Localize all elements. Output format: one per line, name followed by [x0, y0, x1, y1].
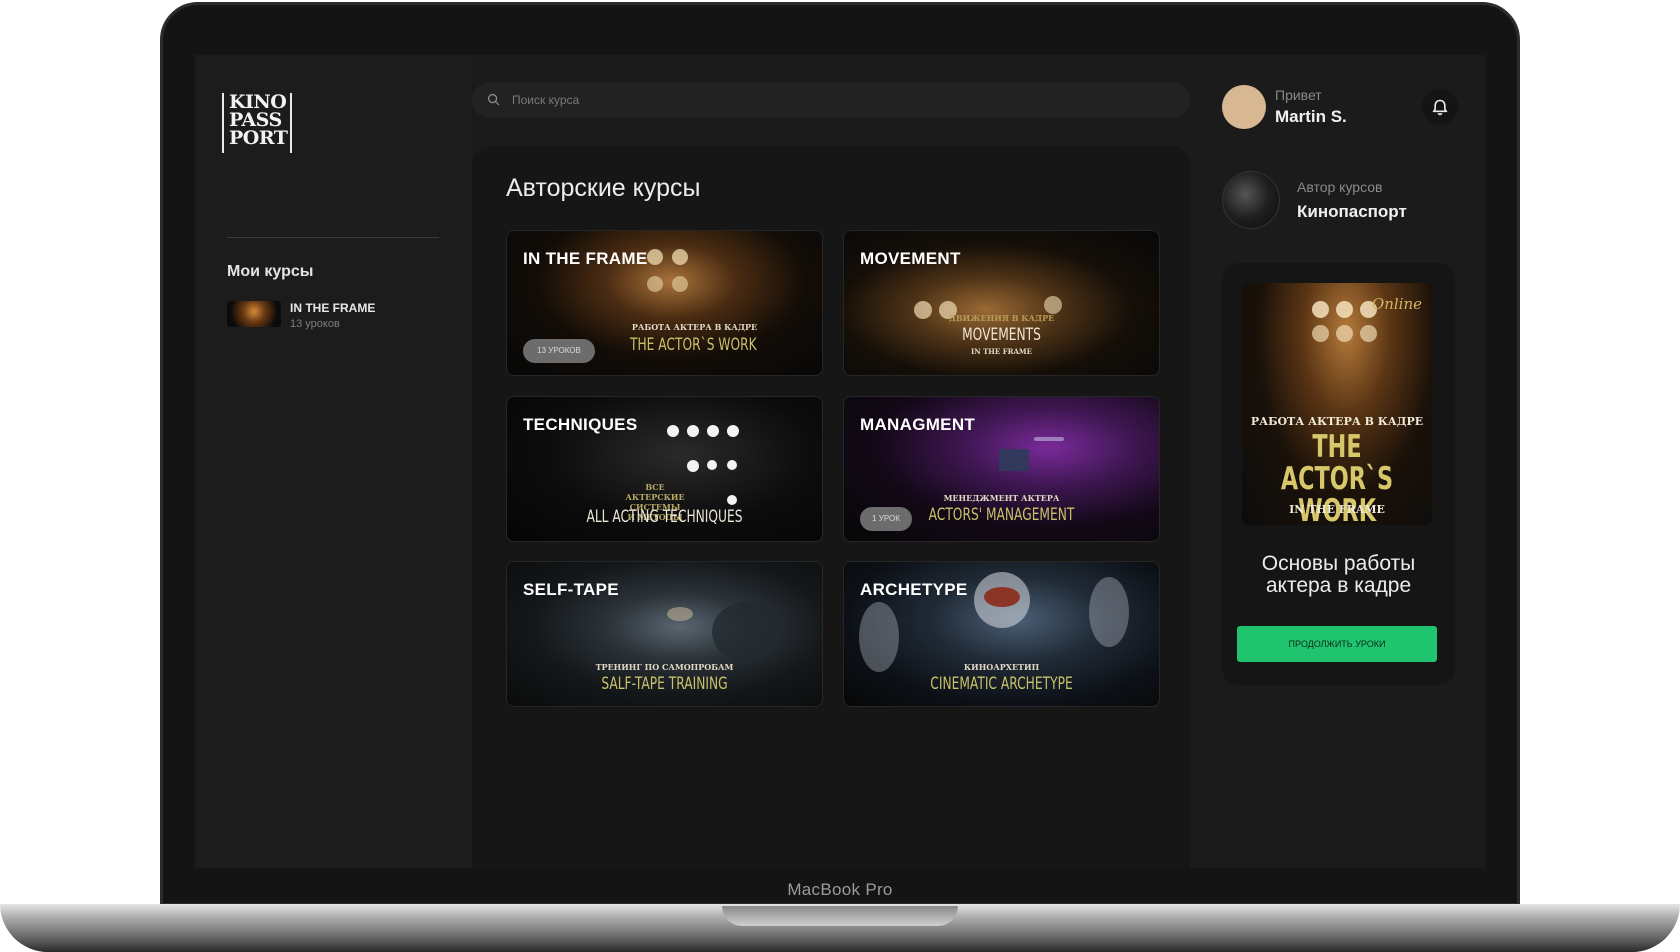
online-label: Online [1371, 295, 1422, 313]
course-card-self-tape[interactable]: SELF-TAPE ТРЕНИНГ ПО САМОПРОБАМ SALF-TAP… [506, 561, 823, 707]
course-card-poster-title: SALF-TAPE TRAINING [601, 674, 728, 694]
course-card-archetype[interactable]: ARCHETYPE КИНОАРХЕТИП CINEMATIC ARCHETYP… [843, 561, 1160, 707]
course-card-poster-title: CINEMATIC ARCHETYPE [930, 674, 1073, 694]
course-card-in-the-frame[interactable]: IN THE FRAME РАБОТА АКТЕРА В КАДРЕ THE A… [506, 230, 823, 376]
course-poster[interactable]: Online РАБОТА АКТЕРА В КАДРЕ THE ACTOR`S… [1242, 283, 1432, 525]
greeting-label: Привет [1275, 87, 1322, 103]
laptop-notch [722, 906, 958, 926]
courses-panel: Авторские курсы IN THE FRAME РАБОТА АКТЕ… [472, 146, 1190, 868]
course-card-poster-title: ACTORS' MANAGEMENT [928, 505, 1075, 525]
avatar[interactable] [1222, 85, 1266, 129]
course-card-title: MANAGMENT [860, 415, 976, 434]
sidebar-item-in-the-frame[interactable]: IN THE FRAME 13 уроков [227, 301, 457, 341]
continue-course-title: Основы работы актера в кадре [1222, 553, 1455, 597]
notifications-button[interactable] [1422, 89, 1458, 125]
author-avatar[interactable] [1222, 171, 1280, 229]
user-name: Martin S. [1275, 107, 1347, 126]
course-card-subtitle: МЕНЕДЖМЕНТ АКТЕРА [943, 493, 1060, 503]
continue-course-title-line-2: актера в кадре [1265, 574, 1412, 597]
brand-logo[interactable]: KINO PASS PORT [222, 93, 292, 153]
course-card-caption: IN THE FRAME [970, 347, 1032, 356]
poster-subtitle: РАБОТА АКТЕРА В КАДРЕ [1250, 415, 1424, 428]
course-card-title: SELF-TAPE [523, 580, 619, 599]
course-card-techniques[interactable]: TECHNIQUES ВСЕ АКТЕРСКИЕ СИСТЕМЫ И МЕТОД… [506, 396, 823, 542]
course-card-subtitle: КИНОАРХЕТИП [963, 662, 1040, 672]
search-input[interactable] [512, 82, 1162, 118]
course-card-poster-title: ALL ACTING TECHNIQUES [586, 507, 743, 527]
sidebar-item-title: IN THE FRAME [290, 301, 376, 315]
course-card-movement[interactable]: MOVEMENT ДВИЖЕНИЯ В КАДРЕ MOVEMENTS IN T… [843, 230, 1160, 376]
app-screen: KINO PASS PORT Мои курсы IN THE FRAME 13… [195, 55, 1485, 868]
course-card-poster-title: MOVEMENTS [962, 325, 1041, 345]
page-title: Авторские курсы [506, 174, 701, 202]
course-card-title: TECHNIQUES [523, 415, 638, 434]
course-card-title: IN THE FRAME [523, 249, 648, 268]
poster-caption: IN THE FRAME [1289, 503, 1385, 516]
course-card-title: ARCHETYPE [860, 580, 968, 599]
continue-course-card: Online РАБОТА АКТЕРА В КАДРЕ THE ACTOR`S… [1222, 263, 1455, 685]
sidebar-divider [227, 237, 439, 238]
course-card-title: MOVEMENT [860, 249, 961, 268]
my-courses-heading: Мои курсы [227, 263, 314, 280]
course-card-subtitle: ДВИЖЕНИЯ В КАДРЕ [948, 313, 1055, 323]
author-name[interactable]: Кинопаспорт [1297, 202, 1407, 222]
bell-icon [1432, 99, 1448, 116]
logo-line-3: PORT [229, 127, 288, 149]
continue-course-title-line-1: Основы работы [1261, 552, 1416, 575]
device-label: MacBook Pro [787, 880, 893, 899]
poster-title-line-1: THE ACTOR`S [1280, 429, 1394, 497]
sidebar: KINO PASS PORT Мои курсы IN THE FRAME 13… [195, 55, 472, 868]
right-column: Привет Martin S. Автор курсов Кинопаспор… [1210, 55, 1485, 868]
course-card-subtitle: РАБОТА АКТЕРА В КАДРЕ [631, 322, 758, 332]
lessons-badge: 1 УРОК [860, 507, 912, 531]
continue-lessons-button[interactable]: ПРОДОЛЖИТЬ УРОКИ [1237, 626, 1437, 662]
search-bar [472, 82, 1190, 118]
author-label: Автор курсов [1297, 179, 1383, 195]
course-card-subtitle: ТРЕНИНГ ПО САМОПРОБАМ [595, 662, 734, 672]
course-thumbnail [227, 301, 281, 327]
search-icon[interactable] [487, 93, 500, 106]
sidebar-item-lessons: 13 уроков [290, 318, 340, 330]
course-card-managment[interactable]: MANAGMENT МЕНЕДЖМЕНТ АКТЕРА ACTORS' MANA… [843, 396, 1160, 542]
main-content: Авторские курсы IN THE FRAME РАБОТА АКТЕ… [472, 55, 1190, 868]
lessons-badge: 13 УРОКОВ [523, 339, 595, 363]
